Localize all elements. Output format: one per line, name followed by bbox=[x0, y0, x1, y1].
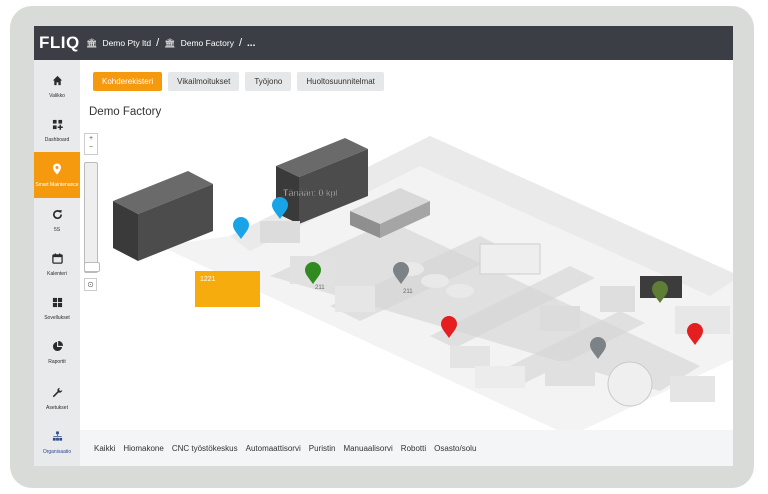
filter-automaattisorvi[interactable]: Automaattisorvi bbox=[246, 444, 301, 453]
filter-puristin[interactable]: Puristin bbox=[309, 444, 336, 453]
breadcrumb-site[interactable]: Demo Factory bbox=[181, 38, 234, 48]
highlight-label: 1221 bbox=[200, 276, 216, 283]
factory-map[interactable]: 1221 211 211 Tänään: 0 kpl bbox=[100, 126, 733, 438]
filter-bar: Kaikki Hiomakone CNC työstökeskus Automa… bbox=[80, 430, 733, 466]
dashboard-icon bbox=[52, 119, 63, 133]
refresh-icon bbox=[52, 209, 63, 223]
sidebar-item-label: Raportit bbox=[48, 359, 66, 365]
zoom-slider-track[interactable] bbox=[84, 162, 98, 273]
tab-vikailmoitukset[interactable]: Vikailmoitukset bbox=[168, 72, 240, 91]
marker-label: 211 bbox=[403, 289, 413, 295]
app-logo[interactable]: FLIQ bbox=[39, 33, 80, 53]
breadcrumb-org[interactable]: Demo Pty ltd bbox=[102, 38, 151, 48]
breadcrumb: 🏛 Demo Pty ltd / 🏛 Demo Factory / ... bbox=[86, 37, 255, 49]
org-icon bbox=[52, 431, 63, 445]
sidebar-item-dashboard[interactable]: Dashboard bbox=[34, 108, 80, 154]
sidebar-item-label: Valikko bbox=[49, 93, 65, 99]
calendar-icon bbox=[51, 253, 63, 267]
sidebar-item-kalenteri[interactable]: Kalenteri bbox=[34, 242, 80, 288]
app-screen: FLIQ 🏛 Demo Pty ltd / 🏛 Demo Factory / .… bbox=[34, 26, 733, 466]
map-pin-icon bbox=[52, 163, 62, 178]
building-icon: 🏛 bbox=[164, 37, 176, 48]
sidebar-item-label: Asetukset bbox=[46, 405, 68, 411]
zoom-out-button[interactable]: − bbox=[85, 143, 97, 152]
wrench-icon bbox=[52, 387, 63, 401]
filter-kaikki[interactable]: Kaikki bbox=[94, 444, 115, 453]
sidebar-item-raportit[interactable]: Raportit bbox=[34, 330, 80, 376]
crosshair-icon: ⊙ bbox=[87, 280, 94, 289]
marker-label: 211 bbox=[315, 285, 325, 291]
breadcrumb-separator: / bbox=[238, 37, 243, 49]
sidebar-item-5s[interactable]: 5S bbox=[34, 198, 80, 244]
sidebar-item-organisaatio[interactable]: Organisaatio bbox=[34, 420, 80, 466]
pie-chart-icon bbox=[52, 340, 63, 355]
sidebar-item-label: 5S bbox=[53, 227, 61, 233]
tab-bar: Kohderekisteri Vikailmoitukset Työjono H… bbox=[93, 72, 384, 91]
sidebar-item-label: Organisaatio bbox=[42, 449, 72, 455]
sidebar-item-smart-maintenance[interactable]: Smart Maintenance bbox=[34, 152, 80, 198]
filter-manuaalisorvi[interactable]: Manuaalisorvi bbox=[343, 444, 392, 453]
sidebar: Valikko Dashboard Smart Maintenance 5S K… bbox=[34, 60, 80, 466]
zoom-controls: + − bbox=[84, 133, 98, 155]
map-tooltip: Tänään: 0 kpl bbox=[283, 188, 338, 198]
tab-tyojono[interactable]: Työjono bbox=[245, 72, 292, 91]
breadcrumb-more[interactable]: ... bbox=[247, 38, 255, 49]
zoom-in-button[interactable]: + bbox=[85, 134, 97, 143]
sidebar-item-asetukset[interactable]: Asetukset bbox=[34, 376, 80, 422]
zoom-slider-handle[interactable] bbox=[84, 262, 100, 272]
filter-robotti[interactable]: Robotti bbox=[401, 444, 426, 453]
sidebar-item-label: Smart Maintenance bbox=[35, 181, 79, 188]
sidebar-item-label: Sovellukset bbox=[44, 315, 70, 321]
sidebar-item-label: Dashboard bbox=[44, 137, 70, 143]
filter-osasto-solu[interactable]: Osasto/solu bbox=[434, 444, 476, 453]
filter-cnc-tyostokeskus[interactable]: CNC työstökeskus bbox=[172, 444, 238, 453]
page-title: Demo Factory bbox=[89, 106, 162, 118]
sidebar-item-label: Kalenteri bbox=[47, 271, 67, 277]
home-icon bbox=[52, 75, 63, 89]
top-bar: FLIQ 🏛 Demo Pty ltd / 🏛 Demo Factory / .… bbox=[34, 26, 733, 60]
building-icon: 🏛 bbox=[86, 37, 98, 48]
sidebar-item-sovellukset[interactable]: Sovellukset bbox=[34, 286, 80, 332]
sidebar-item-valikko[interactable]: Valikko bbox=[34, 64, 80, 110]
tab-kohderekisteri[interactable]: Kohderekisteri bbox=[93, 72, 163, 91]
filter-hiomakone[interactable]: Hiomakone bbox=[123, 444, 163, 453]
breadcrumb-separator: / bbox=[156, 37, 160, 49]
tab-huoltosuunnitelmat[interactable]: Huoltosuunnitelmat bbox=[297, 72, 384, 91]
reset-view-button[interactable]: ⊙ bbox=[84, 278, 97, 291]
apps-icon bbox=[52, 297, 63, 311]
